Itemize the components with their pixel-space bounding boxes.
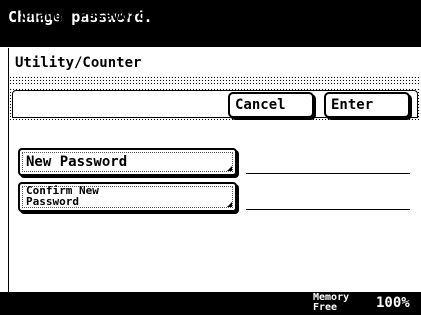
breadcrumb: Utility/Counter <box>8 48 421 76</box>
corner-mark-icon <box>227 166 232 171</box>
corner-mark-icon <box>227 202 232 207</box>
status-bar: Memory Free 100% <box>0 292 421 315</box>
enter-button[interactable]: Enter <box>324 92 410 118</box>
new-password-label: New Password <box>26 154 128 170</box>
confirm-password-label: Confirm New Password <box>26 185 99 207</box>
new-password-button[interactable]: New Password <box>18 148 237 176</box>
memory-free-value: 100% <box>376 295 410 311</box>
new-password-value <box>246 173 410 174</box>
cancel-button-label: Cancel <box>235 97 286 113</box>
confirm-password-button[interactable]: Confirm New Password <box>18 182 237 212</box>
breadcrumb-separator <box>8 76 421 86</box>
breadcrumb-label: Utility/Counter <box>15 55 142 71</box>
memory-free-label: Memory Free <box>313 293 349 313</box>
confirm-password-value <box>246 209 410 210</box>
panel-title: Change Password <box>20 8 147 24</box>
memory-label-line2: Free <box>313 302 338 313</box>
cancel-button[interactable]: Cancel <box>228 92 314 118</box>
confirm-password-label-line2: Password <box>26 195 79 208</box>
enter-button-label: Enter <box>331 97 374 113</box>
